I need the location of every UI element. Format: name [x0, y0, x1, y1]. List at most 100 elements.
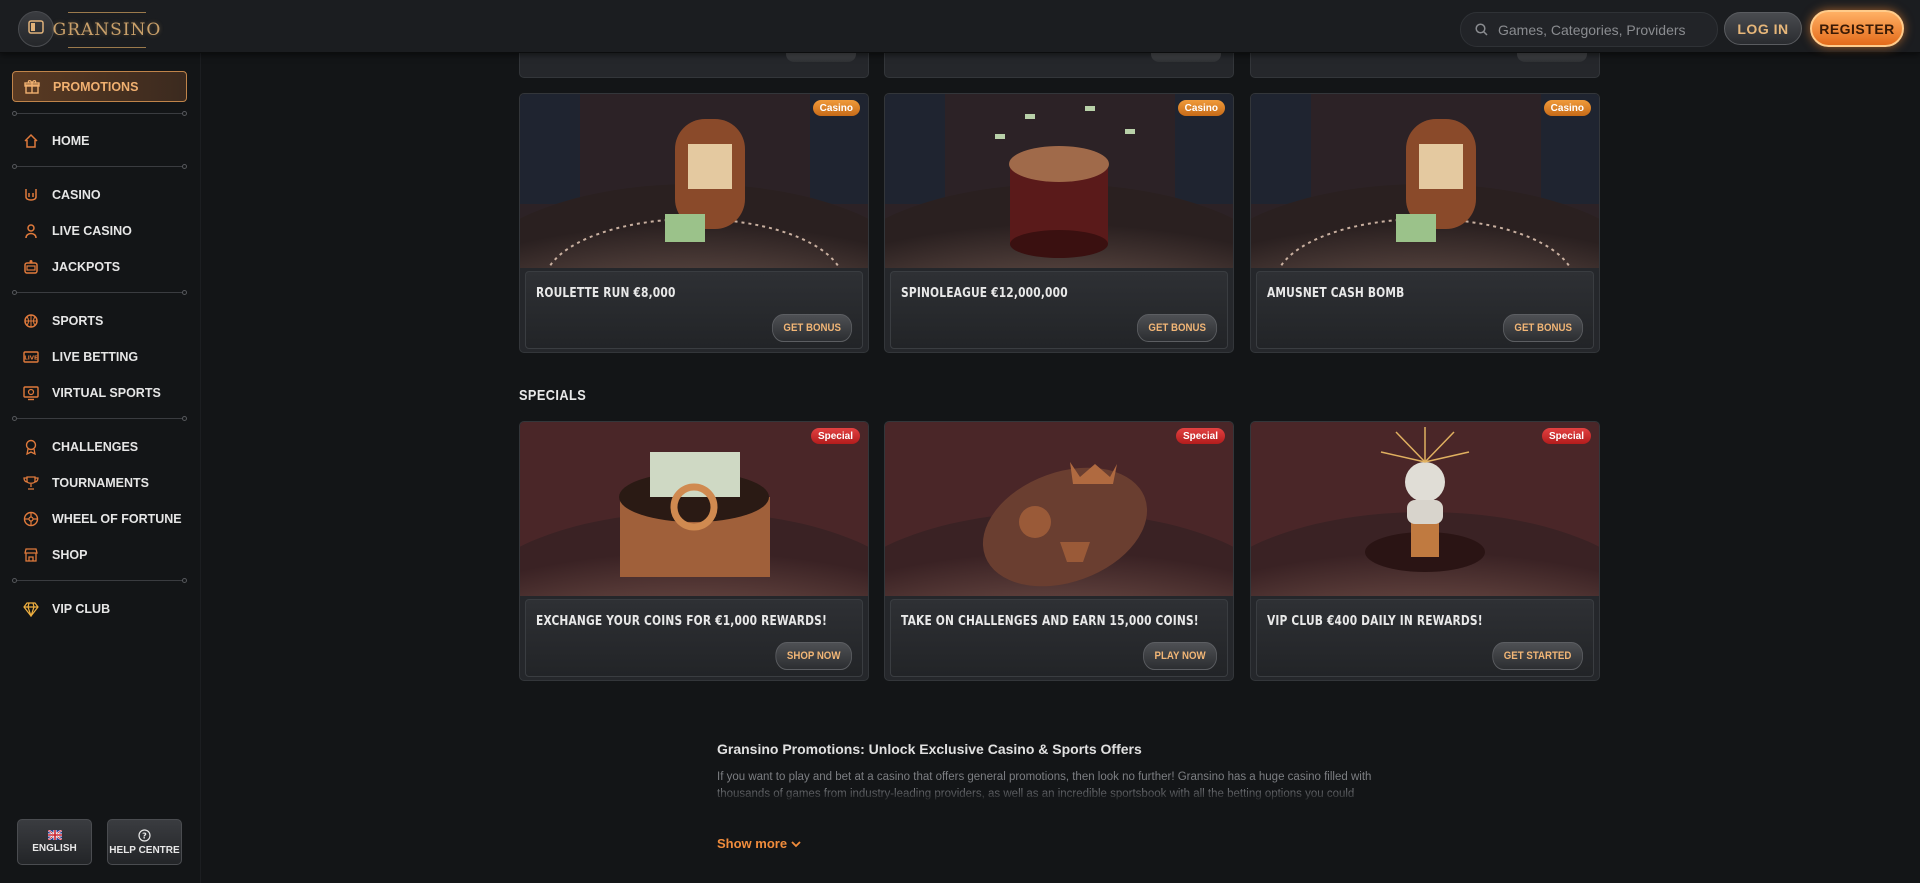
sidebar-item-tournaments[interactable]: TOURNAMENTS	[12, 468, 187, 498]
promo-card[interactable]: Casino AMUSNET CASH BOMB GET BONUS	[1250, 93, 1600, 353]
sidebar-item-shop[interactable]: SHOP	[12, 540, 187, 570]
language-label: ENGLISH	[32, 843, 77, 854]
divider	[12, 416, 187, 422]
card-title: ROULETTE RUN €8,000	[536, 286, 676, 301]
promo-card[interactable]: Casino ROULETTE RUN €8,000 GET BONUS	[519, 93, 869, 353]
sidebar-item-label: CASINO	[52, 188, 101, 202]
sidebar-item-label: PROMOTIONS	[53, 79, 139, 94]
card-bottom-partial	[1250, 52, 1600, 78]
specials-heading: SPECIALS	[519, 387, 587, 404]
sidebar-item-label: WHEEL OF FORTUNE	[52, 512, 182, 526]
sidebar-item-label: LIVE CASINO	[52, 224, 132, 238]
jackpot-icon	[22, 258, 40, 276]
sidebar-item-label: TOURNAMENTS	[52, 476, 149, 490]
special-card[interactable]: Special EXCHANGE YOUR COINS FOR €1,000 R…	[519, 421, 869, 681]
challenges-icon	[22, 438, 40, 456]
divider	[12, 164, 187, 170]
sidebar-item-vip-club[interactable]: VIP CLUB	[12, 594, 187, 624]
shop-now-button[interactable]: SHOP NOW	[775, 642, 852, 670]
card-body: TAKE ON CHALLENGES AND EARN 15,000 COINS…	[890, 599, 1228, 677]
live-betting-icon: LIVE	[22, 348, 40, 366]
get-bonus-button[interactable]: GET BONUS	[1136, 314, 1217, 342]
help-centre-button[interactable]: ? HELP CENTRE	[107, 819, 182, 865]
register-button[interactable]: REGISTER	[1810, 10, 1904, 47]
sidebar-item-live-betting[interactable]: LIVE LIVE BETTING	[12, 342, 187, 372]
divider	[12, 290, 187, 296]
card-body: ROULETTE RUN €8,000 GET BONUS	[525, 271, 863, 349]
vip-club-image	[1251, 422, 1599, 596]
get-bonus-button[interactable]: GET BONUS	[771, 314, 852, 342]
roulette-run-image	[520, 94, 868, 268]
sidebar-item-challenges[interactable]: CHALLENGES	[12, 432, 187, 462]
sidebar-item-jackpots[interactable]: JACKPOTS	[12, 252, 187, 282]
cta-button-partial[interactable]	[786, 52, 856, 62]
top-header: GRANSINO LOG IN REGISTER	[0, 0, 1920, 53]
login-button[interactable]: LOG IN	[1724, 12, 1802, 45]
play-now-button[interactable]: PLAY NOW	[1143, 642, 1217, 670]
sidebar-item-promotions[interactable]: PROMOTIONS	[12, 71, 187, 102]
language-button[interactable]: ENGLISH	[17, 819, 92, 865]
sidebar-item-home[interactable]: HOME	[12, 126, 187, 156]
card-body: AMUSNET CASH BOMB GET BONUS	[1256, 271, 1594, 349]
search-input[interactable]	[1496, 20, 1710, 39]
shop-icon	[22, 546, 40, 564]
card-title: SPINOLEAGUE €12,000,000	[901, 286, 1068, 301]
show-more-label: Show more	[717, 836, 788, 851]
casino-icon	[22, 186, 40, 204]
chevron-down-icon	[791, 840, 801, 848]
sidebar-item-casino[interactable]: CASINO	[12, 180, 187, 210]
card-bottom-partial	[519, 52, 869, 78]
special-badge: Special	[1541, 428, 1591, 444]
special-badge: Special	[810, 428, 860, 444]
coin-exchange-image	[520, 422, 868, 596]
sidebar-item-sports[interactable]: SPORTS	[12, 306, 187, 336]
challenges-image	[885, 422, 1233, 596]
help-icon: ?	[138, 828, 151, 842]
sidebar-item-label: VIRTUAL SPORTS	[52, 386, 161, 400]
card-title: TAKE ON CHALLENGES AND EARN 15,000 COINS…	[901, 614, 1199, 629]
sidebar-item-wheel-of-fortune[interactable]: WHEEL OF FORTUNE	[12, 504, 187, 534]
sidebar-item-live-casino[interactable]: LIVE CASINO	[12, 216, 187, 246]
card-title: VIP CLUB €400 DAILY IN REWARDS!	[1267, 614, 1483, 629]
get-bonus-button[interactable]: GET BONUS	[1502, 314, 1583, 342]
casino-badge: Casino	[812, 100, 860, 116]
search-box[interactable]	[1460, 12, 1718, 47]
gift-icon	[23, 78, 41, 96]
sidebar-item-virtual-sports[interactable]: VIRTUAL SPORTS	[12, 378, 187, 408]
card-body: EXCHANGE YOUR COINS FOR €1,000 REWARDS! …	[525, 599, 863, 677]
wheel-icon	[22, 510, 40, 528]
sidebar-item-label: SPORTS	[52, 314, 104, 328]
divider	[12, 111, 187, 117]
seo-heading: Gransino Promotions: Unlock Exclusive Ca…	[717, 741, 1142, 757]
gransino-logo[interactable]: GRANSINO	[53, 12, 160, 48]
card-title: AMUSNET CASH BOMB	[1267, 286, 1405, 301]
sidebar-item-label: JACKPOTS	[52, 260, 121, 274]
show-more-link[interactable]: Show more	[717, 836, 801, 851]
trophy-icon	[22, 474, 40, 492]
seo-paragraph: If you want to play and bet at a casino …	[717, 771, 1372, 800]
card-body: SPINOLEAGUE €12,000,000 GET BONUS	[890, 271, 1228, 349]
cta-button-partial[interactable]	[1151, 52, 1221, 62]
special-card[interactable]: Special VIP CLUB €400 DAILY IN REWARDS! …	[1250, 421, 1600, 681]
svg-text:?: ?	[142, 831, 147, 840]
sidebar-toggle-button[interactable]	[18, 11, 54, 47]
virtual-sports-icon	[22, 384, 40, 402]
help-centre-label: HELP CENTRE	[109, 844, 180, 856]
amusnet-cash-bomb-image	[1251, 94, 1599, 268]
sidebar-item-label: CHALLENGES	[52, 440, 139, 454]
home-icon	[22, 132, 40, 150]
cta-button-partial[interactable]	[1517, 52, 1587, 62]
spinoleague-image	[885, 94, 1233, 268]
get-started-button[interactable]: GET STARTED	[1492, 642, 1583, 670]
sidebar-item-label: HOME	[52, 134, 90, 148]
card-bottom-partial	[884, 52, 1234, 78]
promo-card[interactable]: Casino SPINOLEAGUE €12,000,000 GET BONUS	[884, 93, 1234, 353]
sidebar-item-label: LIVE BETTING	[52, 350, 139, 364]
casino-badge: Casino	[1543, 100, 1591, 116]
card-body: VIP CLUB €400 DAILY IN REWARDS! GET STAR…	[1256, 599, 1594, 677]
sidebar-toggle-icon	[28, 19, 44, 39]
search-icon	[1475, 23, 1488, 36]
divider	[12, 578, 187, 584]
special-card[interactable]: Special TAKE ON CHALLENGES AND EARN 15,0…	[884, 421, 1234, 681]
sidebar: PROMOTIONS HOME CASINO LIVE CASINO JACKP…	[0, 53, 201, 883]
